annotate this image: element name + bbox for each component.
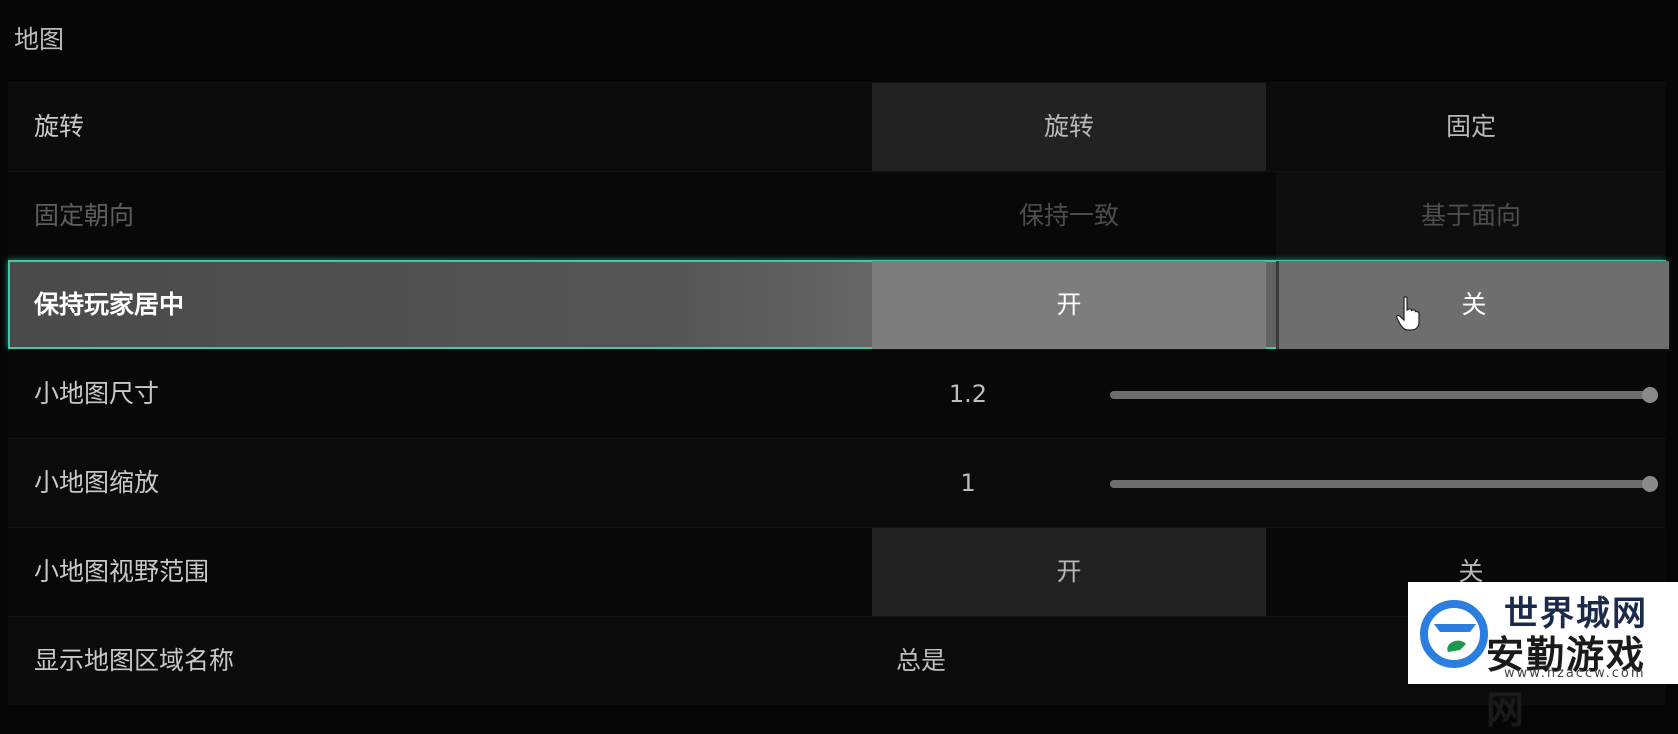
setting-label: 固定朝向	[34, 201, 135, 230]
setting-label: 小地图缩放	[34, 468, 160, 497]
section-title: 地图	[14, 25, 65, 54]
minimap-zoom-slider[interactable]	[1110, 476, 1658, 492]
option-on[interactable]: 开	[872, 528, 1266, 616]
slider-value: 1.2	[948, 380, 988, 408]
minimap-size-slider[interactable]	[1110, 387, 1658, 403]
watermark: 世界城网 安勤游戏网 www.hzaccw.com	[1408, 582, 1678, 732]
setting-row-minimap-zoom[interactable]: 小地图缩放 1	[8, 438, 1666, 527]
setting-row-rotation[interactable]: 旋转 旋转 固定	[8, 82, 1666, 171]
option-keep-consistent[interactable]: 保持一致	[872, 172, 1266, 260]
setting-label: 小地图视野范围	[34, 557, 210, 586]
option-off[interactable]: 关	[1276, 261, 1669, 349]
region-names-dropdown[interactable]: 总是	[896, 617, 946, 705]
hand-cursor-icon	[1396, 296, 1420, 331]
setting-label: 小地图尺寸	[34, 379, 160, 408]
setting-label: 显示地图区域名称	[34, 646, 235, 675]
setting-row-minimap-size[interactable]: 小地图尺寸 1.2	[8, 349, 1666, 438]
setting-label: 旋转	[34, 112, 85, 141]
watermark-url: www.hzaccw.com	[1504, 666, 1646, 681]
option-based-on-facing[interactable]: 基于面向	[1276, 172, 1666, 260]
setting-row-fixed-orientation[interactable]: 固定朝向 保持一致 基于面向	[8, 171, 1666, 260]
slider-knob[interactable]	[1642, 476, 1658, 492]
slider-value: 1	[960, 469, 976, 497]
slider-knob[interactable]	[1642, 387, 1658, 403]
option-on[interactable]: 开	[872, 261, 1266, 349]
slider-fill	[1110, 391, 1650, 399]
option-rotate[interactable]: 旋转	[872, 83, 1266, 171]
watermark-logo-icon	[1420, 600, 1488, 668]
slider-fill	[1110, 480, 1650, 488]
option-fixed[interactable]: 固定	[1276, 83, 1666, 171]
setting-label: 保持玩家居中	[34, 290, 185, 319]
